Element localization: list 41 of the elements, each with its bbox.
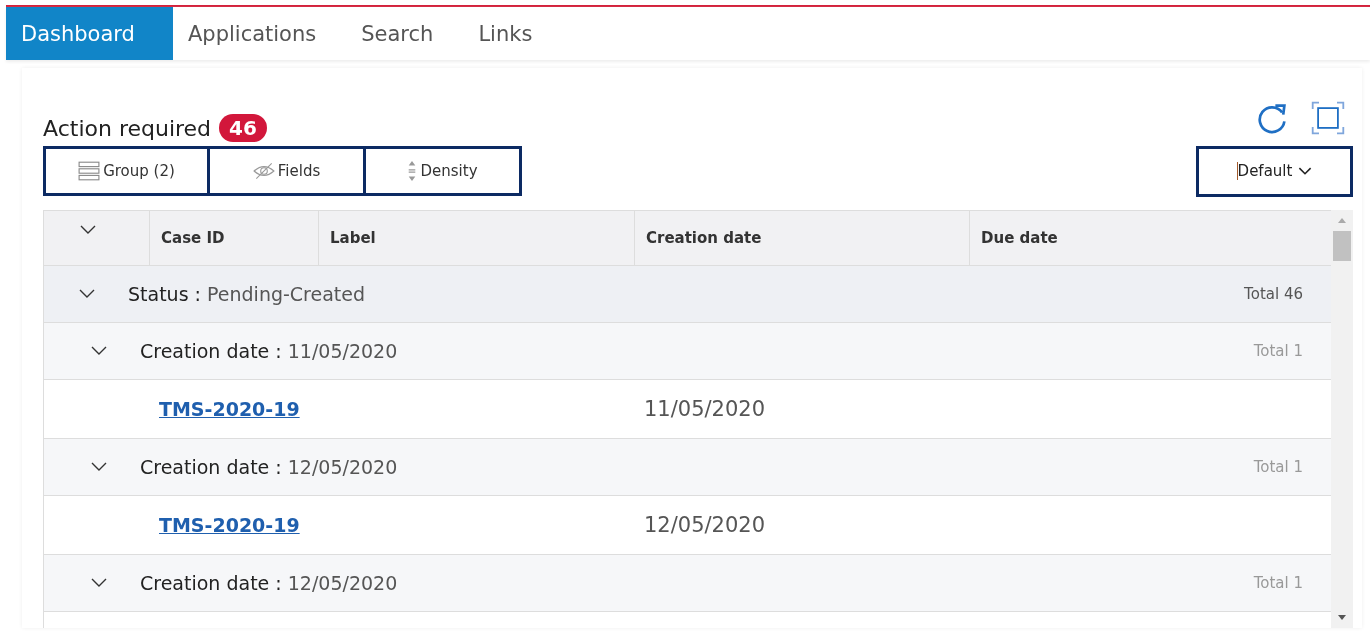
scrollbar[interactable] xyxy=(1331,210,1353,628)
column-header[interactable]: Case ID xyxy=(149,211,318,265)
group-label: Creation date : 11/05/2020 xyxy=(140,340,399,362)
group-label: Creation date : 12/05/2020 xyxy=(140,572,399,594)
chevron-down-icon[interactable] xyxy=(79,289,95,299)
table-cell: 11/05/2020 xyxy=(644,397,766,421)
view-dropdown[interactable]: Default xyxy=(1196,145,1353,197)
case-link[interactable]: TMS-2020-19 xyxy=(159,398,300,420)
case-link[interactable]: TMS-2020-19 xyxy=(159,514,300,536)
density-button[interactable]: Density xyxy=(363,146,522,196)
group-row[interactable]: Creation date : 12/05/2020 Total 1 xyxy=(44,555,1331,612)
table-cell: 12/05/2020 xyxy=(644,513,766,537)
group-total: Total 1 xyxy=(1253,574,1303,592)
column-header[interactable]: Creation date xyxy=(634,211,969,265)
density-icon xyxy=(407,160,418,182)
fields-button[interactable]: Fields xyxy=(207,146,366,196)
nav-tab[interactable]: Links xyxy=(463,7,563,60)
panel-title: Action required xyxy=(43,115,212,141)
chevron-down-icon[interactable] xyxy=(91,346,107,356)
group-total: Total 1 xyxy=(1253,458,1303,476)
nav-tab[interactable]: Search xyxy=(346,7,464,60)
hidden-eye-icon xyxy=(252,160,275,182)
chevron-down-icon[interactable] xyxy=(80,225,96,235)
scroll-down-icon[interactable] xyxy=(1338,615,1346,620)
group-row[interactable]: Creation date : 12/05/2020 Total 1 xyxy=(44,439,1331,496)
fullscreen-icon[interactable] xyxy=(1310,99,1346,137)
group-label: Status : Pending-Created xyxy=(128,283,367,305)
count-badge: 46 xyxy=(219,114,267,142)
group-label: Creation date : 12/05/2020 xyxy=(140,456,399,478)
group-button[interactable]: Group (2) xyxy=(43,146,210,196)
chevron-down-icon[interactable] xyxy=(91,578,107,588)
group-total: Total 46 xyxy=(1244,285,1303,303)
chevron-down-icon xyxy=(1298,166,1313,176)
nav-tab[interactable]: Applications xyxy=(172,7,347,60)
column-header[interactable]: Label xyxy=(318,211,634,265)
nav-tab[interactable]: Dashboard xyxy=(6,7,173,60)
group-total: Total 1 xyxy=(1253,342,1303,360)
group-row[interactable]: Creation date : 11/05/2020 Total 1 xyxy=(44,323,1331,380)
scrollbar-thumb[interactable] xyxy=(1333,231,1351,261)
chevron-down-icon[interactable] xyxy=(91,462,107,472)
list-icon xyxy=(78,160,101,182)
